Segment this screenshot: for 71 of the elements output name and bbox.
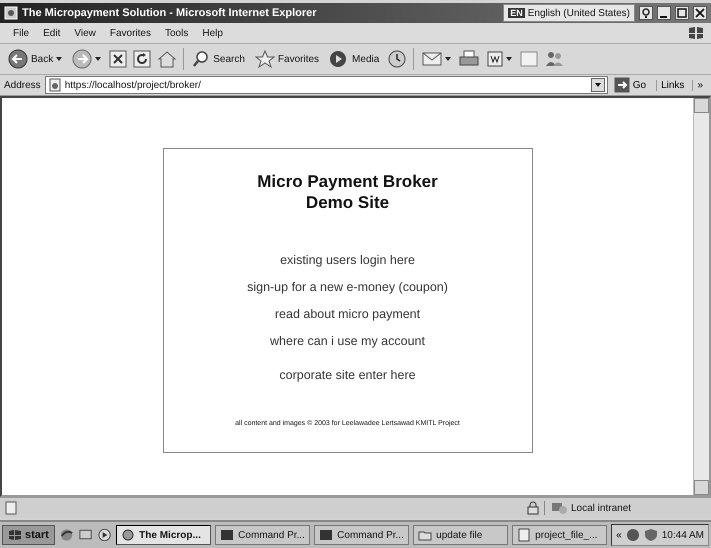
start-button[interactable]: start: [2, 525, 55, 545]
links-button[interactable]: Links: [656, 80, 688, 90]
play-icon[interactable]: [97, 527, 112, 543]
stop-icon[interactable]: [109, 50, 128, 68]
search-button[interactable]: Search: [190, 48, 247, 70]
go-button[interactable]: Go: [612, 77, 652, 93]
envelope-icon: [422, 51, 442, 67]
intranet-icon: [551, 501, 567, 515]
maximize-icon[interactable]: [675, 6, 689, 20]
shield-icon[interactable]: [644, 528, 658, 542]
zone-label: Local intranet: [571, 502, 632, 514]
taskbar-button[interactable]: Command Pr...: [215, 525, 310, 545]
taskbar-button[interactable]: update file: [413, 525, 508, 545]
browser-icon[interactable]: [58, 527, 74, 543]
close-icon[interactable]: [693, 6, 707, 20]
language-badge: EN: [508, 8, 525, 18]
nav-link[interactable]: where can i use my account: [270, 334, 425, 348]
edit-button[interactable]: [485, 49, 514, 69]
menu-item[interactable]: File: [6, 26, 36, 40]
caret-icon: [56, 57, 62, 61]
nav-link[interactable]: existing users login here: [280, 253, 415, 267]
window-icon: [121, 528, 136, 542]
language-label: English (United States): [528, 8, 630, 18]
taskbar-button[interactable]: project_file_...: [512, 525, 608, 545]
taskbar-button[interactable]: The Microp...: [116, 525, 212, 545]
window-title: The Micropayment Solution - Microsoft Internet Explorer: [22, 7, 318, 19]
history-icon[interactable]: [387, 49, 408, 69]
address-field[interactable]: https://localhost/project/broker/: [44, 76, 608, 94]
window-icon: [517, 528, 532, 542]
menu-item[interactable]: Help: [195, 26, 230, 40]
menu-item[interactable]: View: [67, 26, 103, 40]
menu-item[interactable]: Edit: [36, 26, 68, 40]
note-icon[interactable]: [520, 50, 538, 68]
network-icon[interactable]: [626, 528, 640, 542]
caret-icon: [95, 57, 102, 61]
dropdown-icon: [590, 78, 605, 92]
nav-link[interactable]: sign-up for a new e-money (coupon): [247, 280, 448, 294]
favorites-button[interactable]: Favorites: [252, 48, 322, 70]
home-icon[interactable]: [157, 50, 178, 68]
browser-icon: [4, 6, 18, 20]
refresh-icon[interactable]: [133, 50, 152, 68]
star-icon: [254, 50, 275, 68]
printer-icon[interactable]: [459, 50, 480, 68]
window-icon: [220, 528, 234, 542]
page-heading: Micro Payment Broker Demo Site: [256, 171, 439, 213]
windows-logo-icon: [8, 529, 22, 541]
document-icon: [487, 51, 504, 67]
menu-item[interactable]: Tools: [158, 26, 196, 40]
caret-icon: [445, 57, 452, 61]
tray-expand-button[interactable]: «: [616, 530, 622, 540]
page-icon: [48, 78, 62, 92]
minimize-icon[interactable]: [657, 6, 671, 20]
taskbar-button[interactable]: Command Pr...: [314, 525, 410, 545]
language-bar[interactable]: EN English (United States): [503, 4, 635, 22]
clock: 10:44 AM: [662, 530, 704, 540]
caret-icon: [506, 57, 512, 61]
media-button[interactable]: Media: [327, 48, 382, 70]
nav-link[interactable]: read about micro payment: [274, 307, 420, 321]
people-icon[interactable]: [544, 50, 564, 68]
more-button[interactable]: »: [692, 80, 707, 90]
search-icon: [192, 50, 210, 68]
address-label: Address: [4, 80, 41, 90]
corporate-link[interactable]: corporate site enter here: [279, 368, 416, 382]
lock-icon: [526, 501, 540, 515]
windows-flag-icon: [687, 25, 705, 41]
window-icon: [319, 528, 334, 542]
menu-item[interactable]: Favorites: [102, 26, 158, 40]
back-button[interactable]: Back: [6, 47, 64, 71]
scrollbar[interactable]: [693, 98, 709, 495]
page-status-icon: [4, 501, 18, 515]
forward-button[interactable]: [70, 47, 104, 71]
